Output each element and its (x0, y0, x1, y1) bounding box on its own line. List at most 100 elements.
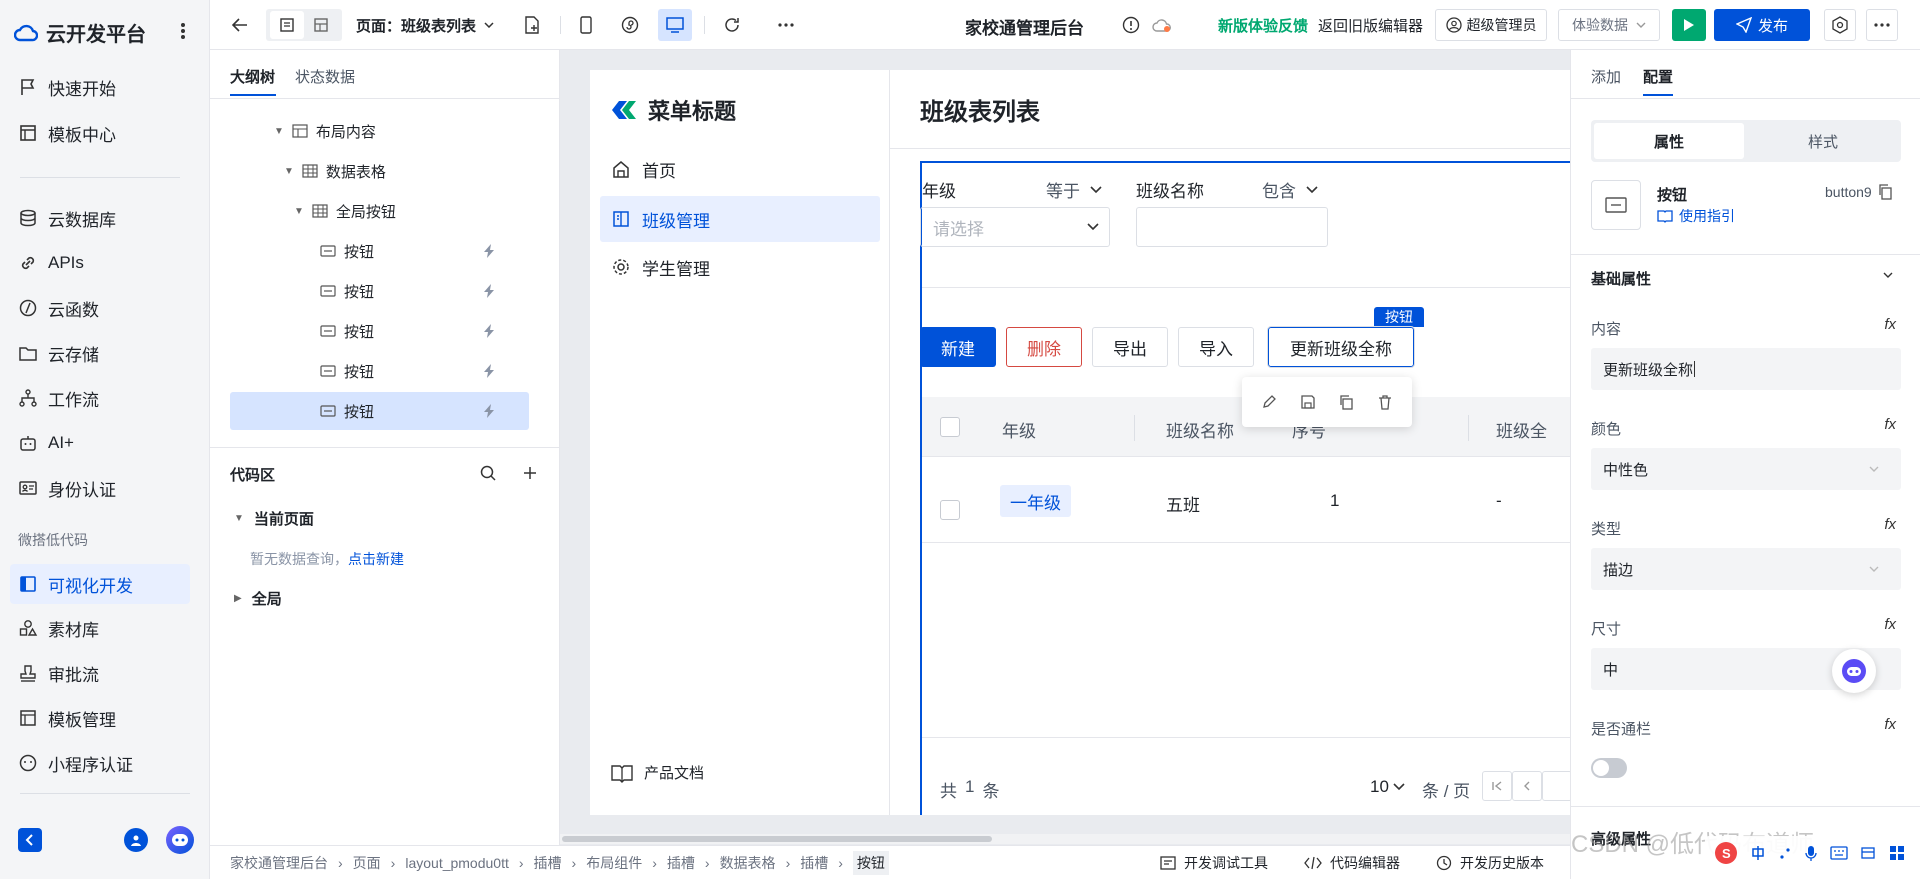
breadcrumb-item[interactable]: layout_pmodu0tt (405, 855, 509, 871)
nav-workflow[interactable]: 工作流 (10, 378, 190, 418)
toolbox-icon[interactable] (1889, 845, 1905, 861)
punctuation-icon[interactable] (1778, 845, 1792, 861)
tab-state-data[interactable]: 状态数据 (295, 66, 355, 87)
page-button[interactable] (1542, 771, 1570, 801)
breadcrumb-current[interactable]: 按钮 (852, 851, 889, 875)
code-editor-tool[interactable]: 代码编辑器 (1304, 846, 1400, 880)
breadcrumb-item[interactable]: 页面 (353, 853, 381, 873)
code-global[interactable]: ▶ 全局 (234, 578, 282, 618)
tree-node-data-table[interactable]: ▼ 数据表格 (284, 151, 386, 191)
user-avatar-icon[interactable] (124, 828, 148, 852)
exp-data-select[interactable]: 体验数据 (1558, 9, 1660, 41)
breadcrumb-item[interactable]: 数据表格 (720, 853, 776, 873)
fx-icon[interactable]: fx (1884, 716, 1896, 733)
history-tool[interactable]: 开发历史版本 (1436, 846, 1544, 880)
plus-icon[interactable] (520, 463, 540, 483)
tree-node-global-buttons[interactable]: ▼ 全局按钮 (294, 191, 396, 231)
nav-template-manage[interactable]: 模板管理 (10, 698, 190, 738)
nav-cloud-function[interactable]: 云函数 (10, 288, 190, 328)
breadcrumb-item[interactable]: 家校通管理后台 (230, 853, 328, 873)
update-full-name-button[interactable]: 更新班级全称 (1267, 326, 1415, 368)
keyboard-icon[interactable] (1829, 846, 1848, 860)
mobile-preview-icon[interactable] (572, 9, 600, 41)
prev-page-icon[interactable] (1512, 771, 1542, 801)
copy-icon[interactable] (1338, 394, 1354, 410)
trash-icon[interactable] (1377, 394, 1393, 410)
content-input[interactable]: 更新班级全称 (1591, 348, 1901, 390)
nav-template-center[interactable]: 模板中心 (10, 113, 190, 153)
tree-node-button[interactable]: 按钮 (320, 351, 540, 391)
tree-node-button-selected[interactable]: 按钮 (320, 391, 540, 431)
settings-icon[interactable] (1824, 9, 1856, 41)
breadcrumb-item[interactable]: 插槽 (800, 853, 828, 873)
nav-cloud-db[interactable]: 云数据库 (10, 198, 190, 238)
microphone-icon[interactable] (1805, 845, 1817, 861)
import-button[interactable]: 导入 (1178, 327, 1254, 367)
ai-assistant-icon[interactable] (1832, 649, 1876, 693)
tree-node-button[interactable]: 按钮 (320, 311, 540, 351)
info-icon[interactable] (1120, 9, 1142, 41)
fx-icon[interactable]: fx (1884, 416, 1896, 433)
search-icon[interactable] (478, 463, 498, 483)
desktop-preview-icon[interactable] (658, 9, 692, 41)
feedback-link[interactable]: 新版体验反馈 (1218, 15, 1308, 36)
more-horizontal-icon[interactable] (772, 9, 800, 41)
collapse-icon[interactable] (18, 828, 42, 852)
grade-select[interactable]: 请选择 (920, 207, 1110, 247)
menu-item-class[interactable]: 班级管理 (600, 196, 880, 242)
filter-grade-op[interactable]: 等于 (1046, 177, 1102, 202)
back-arrow-icon[interactable] (226, 9, 254, 41)
page-view-icon[interactable] (270, 11, 304, 39)
breadcrumb-item[interactable]: 布局组件 (586, 853, 642, 873)
new-button[interactable]: 新建 (920, 327, 996, 367)
save-icon[interactable] (1300, 394, 1316, 410)
page-selector[interactable]: 页面：班级表列表 (356, 9, 506, 41)
ime-logo-icon[interactable]: S (1715, 842, 1738, 864)
skin-icon[interactable] (1860, 845, 1876, 861)
tree-node-layout-content[interactable]: ▼ 布局内容 (274, 111, 376, 151)
more-menu-icon[interactable] (1866, 9, 1898, 41)
nav-cloud-storage[interactable]: 云存储 (10, 333, 190, 373)
component-view-icon[interactable] (304, 11, 338, 39)
guide-link[interactable]: 使用指引 (1657, 206, 1735, 226)
tree-node-button[interactable]: 按钮 (320, 271, 540, 311)
nav-visual-dev[interactable]: 可视化开发 (10, 564, 190, 604)
filter-name-op[interactable]: 包含 (1262, 177, 1318, 202)
add-page-icon[interactable] (518, 9, 546, 41)
run-preview-button[interactable] (1672, 9, 1706, 41)
nav-assets[interactable]: 素材库 (10, 608, 190, 648)
publish-button[interactable]: 发布 (1714, 9, 1810, 41)
nav-auth[interactable]: 身份认证 (10, 468, 190, 508)
edit-icon[interactable] (1261, 394, 1277, 410)
breadcrumb-item[interactable]: 插槽 (667, 853, 695, 873)
breadcrumb-item[interactable]: 插槽 (534, 853, 562, 873)
menu-item-student[interactable]: 学生管理 (600, 244, 880, 290)
tab-config[interactable]: 配置 (1643, 66, 1673, 87)
row-checkbox[interactable] (940, 500, 960, 520)
canvas-scrollbar[interactable] (560, 834, 1570, 844)
menu-item-home[interactable]: 首页 (600, 146, 880, 192)
docs-link[interactable]: 产品文档 (610, 762, 704, 783)
fx-icon[interactable]: fx (1884, 316, 1896, 333)
nav-ai[interactable]: AI+ (10, 423, 190, 463)
copy-icon[interactable] (1878, 184, 1892, 200)
tab-outline-tree[interactable]: 大纲树 (230, 66, 275, 87)
back-old-editor-link[interactable]: 返回旧版编辑器 (1318, 15, 1423, 36)
delete-button[interactable]: 删除 (1006, 327, 1082, 367)
select-all-checkbox[interactable] (940, 417, 960, 437)
export-button[interactable]: 导出 (1092, 327, 1168, 367)
refresh-icon[interactable] (718, 9, 746, 41)
scrollbar-thumb[interactable] (562, 836, 992, 842)
fx-icon[interactable]: fx (1884, 516, 1896, 533)
debug-tool[interactable]: 开发调试工具 (1160, 846, 1268, 880)
selected-data-table[interactable]: 年级 等于 请选择 班级名称 包含 新建 删除 导出 导入 按钮 更新班级全称 … (920, 161, 1570, 815)
chevron-down-icon[interactable] (1883, 272, 1893, 278)
chinese-mode-icon[interactable] (1750, 845, 1766, 861)
color-select[interactable]: 中性色 (1591, 448, 1901, 490)
first-page-icon[interactable] (1482, 771, 1512, 801)
code-current-page[interactable]: ▼ 当前页面 (234, 498, 314, 538)
fullwidth-toggle[interactable] (1591, 758, 1627, 778)
nav-quick-start[interactable]: 快速开始 (10, 67, 190, 107)
fx-icon[interactable]: fx (1884, 616, 1896, 633)
class-name-input[interactable] (1136, 207, 1328, 247)
